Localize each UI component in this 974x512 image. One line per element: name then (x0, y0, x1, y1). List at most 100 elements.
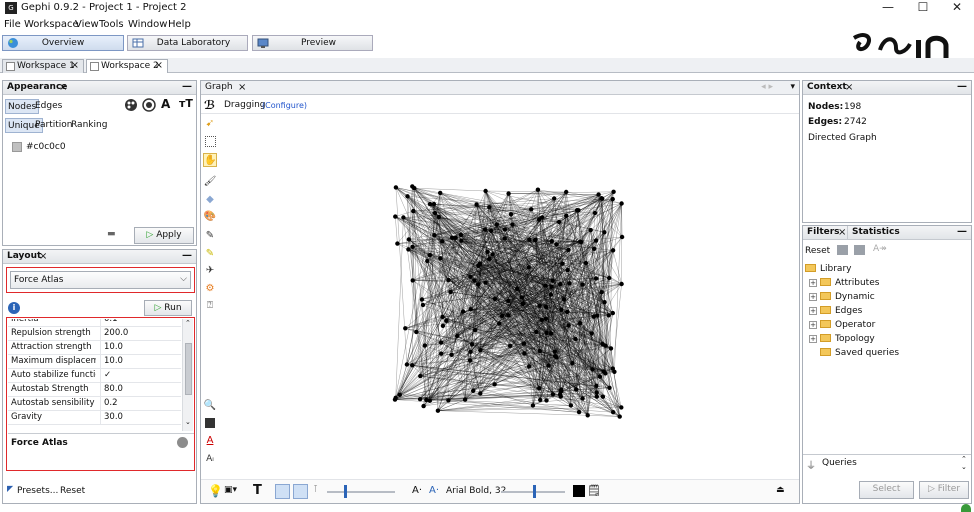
graph-node[interactable] (483, 280, 488, 285)
graph-node[interactable] (418, 373, 423, 379)
menu-tools[interactable]: Tools (99, 19, 124, 30)
edge-color-icon[interactable] (293, 484, 308, 499)
minimize-icon[interactable]: — (957, 225, 967, 238)
graph-node[interactable] (393, 214, 398, 219)
graph-node[interactable] (432, 210, 438, 216)
graph-node[interactable] (425, 258, 430, 264)
close-icon[interactable]: × (59, 81, 67, 94)
slider-thumb[interactable] (533, 485, 536, 498)
graph-node[interactable] (449, 352, 454, 357)
graph-node[interactable] (564, 213, 569, 218)
graph-canvas[interactable] (223, 116, 799, 476)
graph-node[interactable] (567, 281, 572, 286)
graph-node[interactable] (552, 196, 557, 201)
graph-node[interactable] (438, 190, 443, 196)
font-color-icon[interactable]: A (203, 434, 217, 448)
property-value[interactable]: 30.0 (100, 411, 181, 424)
graph-node[interactable] (440, 323, 446, 328)
graph-node[interactable] (535, 187, 541, 192)
data-laboratory-button[interactable]: Data Laboratory (127, 35, 248, 51)
graph-node[interactable] (487, 205, 492, 210)
label-color-icon[interactable]: A· (429, 485, 439, 496)
graph-node[interactable] (539, 317, 544, 323)
graph-node[interactable] (534, 329, 539, 335)
graph-node[interactable] (537, 348, 542, 354)
brush-icon[interactable]: 🖌 (203, 175, 217, 189)
close-icon[interactable]: × (155, 60, 163, 72)
expand-icon[interactable]: ⏏ (776, 485, 785, 495)
graph-node[interactable] (619, 201, 624, 206)
graph-node[interactable] (502, 227, 508, 232)
close-icon[interactable]: × (39, 250, 47, 263)
graph-node[interactable] (412, 186, 417, 191)
graph-node[interactable] (455, 333, 460, 339)
graph-tab-label[interactable]: Graph (205, 82, 233, 92)
graph-node[interactable] (490, 252, 495, 257)
zoom-icon[interactable]: 🔍 (203, 399, 217, 413)
tab-list-icon[interactable]: ▾ (790, 81, 795, 94)
configure-link[interactable]: (Configure) (262, 101, 307, 110)
graph-node[interactable] (566, 247, 571, 253)
filter-button[interactable]: ▷ Filter (919, 481, 969, 499)
graph-node[interactable] (485, 249, 490, 254)
graph-node[interactable] (561, 297, 567, 302)
graph-node[interactable] (462, 397, 468, 402)
graph-node[interactable] (404, 362, 410, 367)
graph-node[interactable] (422, 343, 427, 348)
graph-node[interactable] (506, 298, 511, 303)
scrollbar-thumb[interactable] (185, 343, 192, 395)
menu-window[interactable]: Window (128, 19, 167, 30)
tree-item-topology[interactable]: + Topology (809, 332, 875, 346)
pencil-icon[interactable]: ✎ (203, 229, 217, 243)
property-value[interactable]: 10.0 (100, 341, 181, 354)
graph-node[interactable] (610, 196, 615, 202)
graph-node[interactable] (438, 256, 443, 261)
background-color-icon[interactable] (205, 418, 215, 428)
info-icon[interactable]: i (8, 302, 20, 314)
graph-node[interactable] (599, 196, 604, 201)
expand-icon[interactable]: + (809, 321, 817, 329)
graph-node[interactable] (543, 283, 548, 288)
graph-node[interactable] (602, 300, 607, 305)
graph-node[interactable] (448, 289, 453, 295)
graph-node[interactable] (608, 346, 614, 351)
properties-scrollbar[interactable]: ⌃ ⌄ (182, 319, 193, 431)
graph-node[interactable] (420, 302, 426, 308)
graph-node[interactable] (421, 403, 426, 409)
graph-node[interactable] (435, 408, 441, 413)
menu-workspace[interactable]: Workspace (24, 19, 79, 30)
graph-node[interactable] (574, 387, 579, 392)
graph-node[interactable] (406, 237, 412, 242)
font-size-icon[interactable]: Aᵢ (203, 452, 217, 466)
tab-edges[interactable]: Edges (33, 99, 64, 114)
statistics-tab[interactable]: Statistics (847, 226, 900, 239)
graph-node[interactable] (537, 386, 542, 391)
graph-node[interactable] (410, 244, 415, 249)
graph-node[interactable] (432, 233, 437, 238)
graph-node[interactable] (474, 202, 479, 207)
graph-node[interactable] (533, 237, 538, 242)
graph-node[interactable] (559, 307, 564, 312)
filters-reset-button[interactable]: Reset (805, 246, 830, 256)
graph-node[interactable] (558, 281, 563, 287)
graph-node[interactable] (611, 189, 616, 194)
tab-ranking[interactable]: Ranking (69, 118, 109, 133)
graph-node[interactable] (537, 303, 542, 308)
graph-node[interactable] (610, 248, 616, 253)
graph-node[interactable] (393, 185, 399, 190)
graph-node[interactable] (565, 309, 570, 315)
graph-node[interactable] (427, 252, 432, 258)
graph-node[interactable] (601, 369, 606, 374)
close-icon[interactable]: × (838, 226, 846, 239)
graph-node[interactable] (548, 331, 554, 336)
edge-mode-icon[interactable] (275, 484, 290, 499)
graph-node[interactable] (483, 188, 488, 194)
graph-node[interactable] (410, 278, 415, 283)
graph-node[interactable] (497, 321, 502, 326)
graph-node[interactable] (502, 236, 507, 241)
label-color-swatch[interactable] (573, 485, 585, 497)
palette-tool-icon[interactable]: 🎨 (203, 210, 217, 224)
graph-node[interactable] (499, 313, 505, 318)
graph-node[interactable] (492, 382, 497, 387)
graph-node[interactable] (406, 247, 411, 252)
